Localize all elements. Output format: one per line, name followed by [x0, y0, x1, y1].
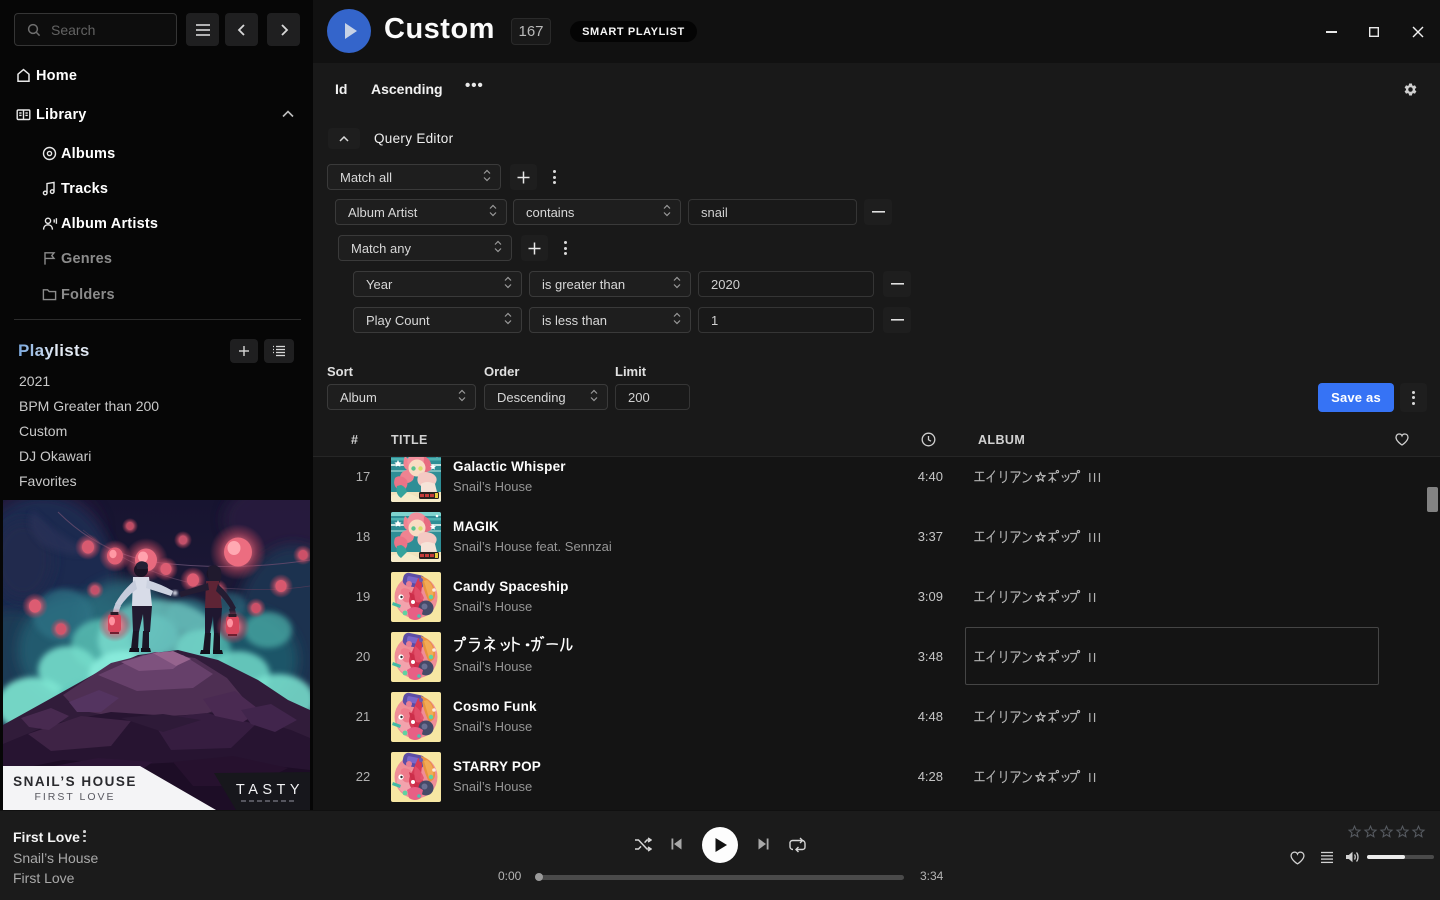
svg-text:TASTY: TASTY	[236, 782, 304, 798]
svg-text:FIRST LOVE: FIRST LOVE	[34, 791, 115, 803]
svg-text:SNAIL’S HOUSE: SNAIL’S HOUSE	[13, 774, 137, 789]
